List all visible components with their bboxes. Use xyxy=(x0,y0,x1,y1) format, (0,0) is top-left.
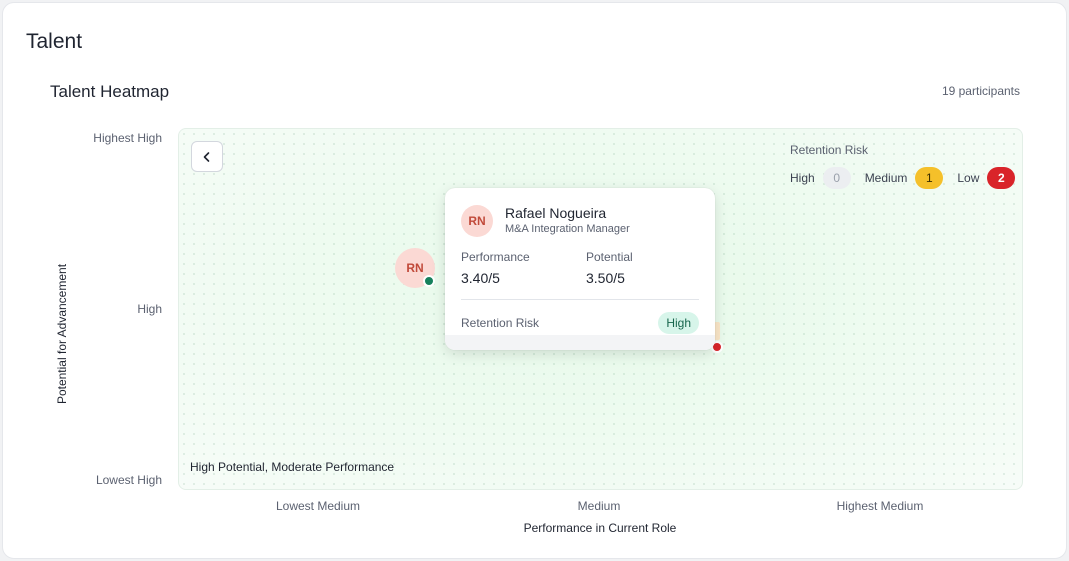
employee-name: Rafael Nogueira xyxy=(505,205,607,221)
x-axis-label: Performance in Current Role xyxy=(523,521,677,535)
legend-medium-label: Medium xyxy=(864,171,908,185)
x-tick-lowest-medium: Lowest Medium xyxy=(275,499,361,513)
retention-risk-label: Retention Risk xyxy=(461,316,540,330)
performance-label: Performance xyxy=(461,250,530,264)
talent-card: Talent Talent Heatmap 19 participants Hi… xyxy=(2,2,1067,559)
legend-low-label: Low xyxy=(957,171,980,185)
retention-risk-legend: High 0 Medium 1 Low 2 xyxy=(790,167,1016,189)
legend-low-count[interactable]: 2 xyxy=(987,167,1016,189)
legend-medium-count[interactable]: 1 xyxy=(915,167,944,189)
participants-count: 19 participants xyxy=(941,84,1020,98)
y-axis-label: Potential for Advancement xyxy=(55,263,69,405)
tooltip-divider xyxy=(461,299,699,300)
performance-value: 3.40/5 xyxy=(461,270,500,286)
employee-role: M&A Integration Manager xyxy=(505,223,630,235)
x-tick-highest-medium: Highest Medium xyxy=(836,499,924,513)
heatmap-title: Talent Heatmap xyxy=(50,82,170,101)
tooltip-footer xyxy=(445,335,715,350)
chevron-left-icon xyxy=(203,151,210,162)
legend-high-count[interactable]: 0 xyxy=(822,167,851,189)
legend-title: Retention Risk xyxy=(790,143,869,157)
heatmap-plot-area: Retention Risk High 0 Medium 1 Low 2 RN … xyxy=(178,128,1023,490)
quadrant-label: High Potential, Moderate Performance xyxy=(190,460,395,474)
employee-tooltip: RN Rafael Nogueira M&A Integration Manag… xyxy=(445,188,715,350)
y-tick-highest-high: Highest High xyxy=(93,131,162,145)
bubble-status-dot xyxy=(423,275,435,287)
page-title: Talent xyxy=(26,30,83,53)
y-tick-lowest-high: Lowest High xyxy=(95,473,162,487)
potential-label: Potential xyxy=(586,250,633,264)
avatar: RN xyxy=(461,205,493,237)
x-tick-medium: Medium xyxy=(577,499,621,513)
legend-high-label: High xyxy=(790,171,815,185)
potential-value: 3.50/5 xyxy=(586,270,625,286)
back-button[interactable] xyxy=(191,141,223,172)
retention-risk-badge: High xyxy=(658,312,699,334)
